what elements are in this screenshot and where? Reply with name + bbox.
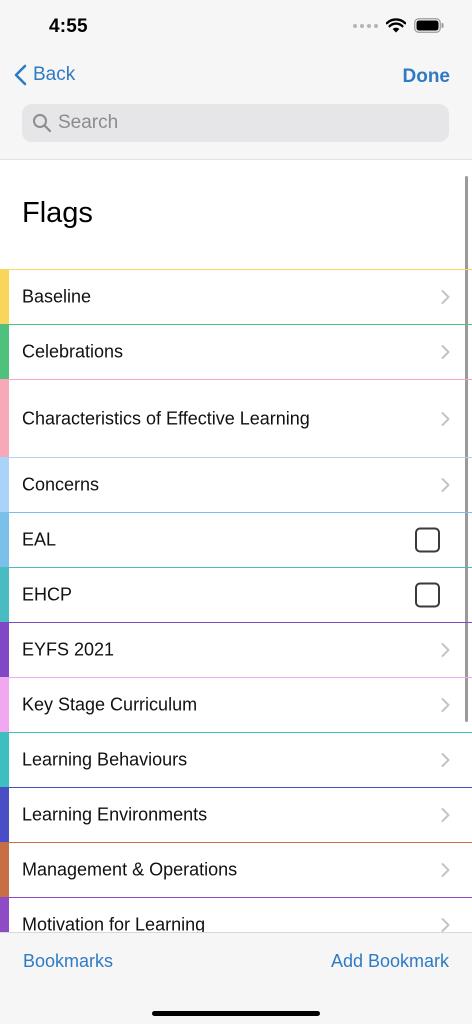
flag-row[interactable]: EAL bbox=[0, 512, 472, 567]
flag-label: Learning Behaviours bbox=[22, 749, 188, 770]
back-label: Back bbox=[33, 64, 76, 85]
wifi-icon bbox=[386, 18, 406, 33]
navigation-header: 4:55 Back Done bbox=[0, 0, 472, 160]
chevron-right-icon bbox=[441, 753, 450, 767]
search-input[interactable] bbox=[58, 112, 438, 134]
flag-row[interactable]: Concerns bbox=[0, 457, 472, 512]
flag-row[interactable]: EHCP bbox=[0, 567, 472, 622]
battery-icon bbox=[414, 18, 444, 33]
chevron-right-icon bbox=[441, 290, 450, 304]
flag-row[interactable]: Learning Behaviours bbox=[0, 732, 472, 787]
add-bookmark-button[interactable]: Add Bookmark bbox=[331, 951, 449, 972]
flag-label: Baseline bbox=[22, 286, 92, 307]
flag-label: Concerns bbox=[22, 474, 100, 495]
flag-color-stripe bbox=[0, 733, 9, 787]
flag-label: Characteristics of Effective Learning bbox=[22, 408, 310, 428]
flag-row[interactable]: Management & Operations bbox=[0, 842, 472, 897]
flag-label: Celebrations bbox=[22, 341, 124, 362]
status-icons bbox=[353, 18, 444, 33]
flag-row[interactable]: Learning Environments bbox=[0, 787, 472, 842]
flag-color-stripe bbox=[0, 380, 9, 457]
flag-row[interactable]: Characteristics of Effective Learning bbox=[0, 379, 472, 457]
chevron-right-icon bbox=[441, 698, 450, 712]
flag-checkbox[interactable] bbox=[415, 527, 440, 553]
flag-color-stripe bbox=[0, 843, 9, 897]
chevron-right-icon bbox=[441, 808, 450, 822]
flag-checkbox[interactable] bbox=[415, 582, 440, 608]
flag-color-stripe bbox=[0, 513, 9, 567]
status-time: 4:55 bbox=[49, 16, 88, 37]
flag-color-stripe bbox=[0, 270, 9, 324]
flag-label: Motivation for Learning bbox=[22, 914, 206, 933]
chevron-right-icon bbox=[441, 411, 450, 426]
chevron-right-icon bbox=[441, 918, 450, 932]
flag-color-stripe bbox=[0, 678, 9, 732]
bookmarks-button[interactable]: Bookmarks bbox=[23, 951, 113, 972]
signal-dots-icon bbox=[353, 23, 378, 28]
flag-color-stripe bbox=[0, 898, 9, 932]
flag-row[interactable]: Motivation for Learning bbox=[0, 897, 472, 932]
flag-label: Learning Environments bbox=[22, 804, 208, 825]
flag-row[interactable]: Baseline bbox=[0, 269, 472, 324]
flag-color-stripe bbox=[0, 325, 9, 379]
home-indicator bbox=[152, 1011, 320, 1016]
back-button[interactable]: Back bbox=[14, 64, 75, 86]
flag-label: EYFS 2021 bbox=[22, 639, 115, 660]
chevron-left-icon bbox=[14, 64, 27, 86]
bottom-toolbar: Bookmarks Add Bookmark bbox=[0, 932, 472, 1024]
flag-label: Management & Operations bbox=[22, 859, 238, 880]
flag-color-stripe bbox=[0, 788, 9, 842]
flag-label: EHCP bbox=[22, 584, 73, 605]
search-bar[interactable] bbox=[22, 104, 449, 142]
flag-row[interactable]: Key Stage Curriculum bbox=[0, 677, 472, 732]
page-title: Flags bbox=[22, 197, 93, 229]
flag-row[interactable]: Celebrations bbox=[0, 324, 472, 379]
chevron-right-icon bbox=[441, 863, 450, 877]
chevron-right-icon bbox=[441, 345, 450, 359]
flags-content[interactable]: Flags Baseline Celebrations Characteristic… bbox=[0, 160, 472, 932]
magnifier-icon bbox=[33, 114, 52, 133]
chevron-right-icon bbox=[441, 643, 450, 657]
flag-color-stripe bbox=[0, 568, 9, 622]
flag-row[interactable]: EYFS 2021 bbox=[0, 622, 472, 677]
flag-list: Baseline Celebrations Characteristics of E… bbox=[0, 269, 472, 932]
chevron-right-icon bbox=[441, 478, 450, 492]
done-button[interactable]: Done bbox=[403, 66, 451, 88]
flag-label: Key Stage Curriculum bbox=[22, 694, 198, 715]
flag-color-stripe bbox=[0, 623, 9, 677]
flag-color-stripe bbox=[0, 458, 9, 512]
flag-label: EAL bbox=[22, 529, 57, 550]
